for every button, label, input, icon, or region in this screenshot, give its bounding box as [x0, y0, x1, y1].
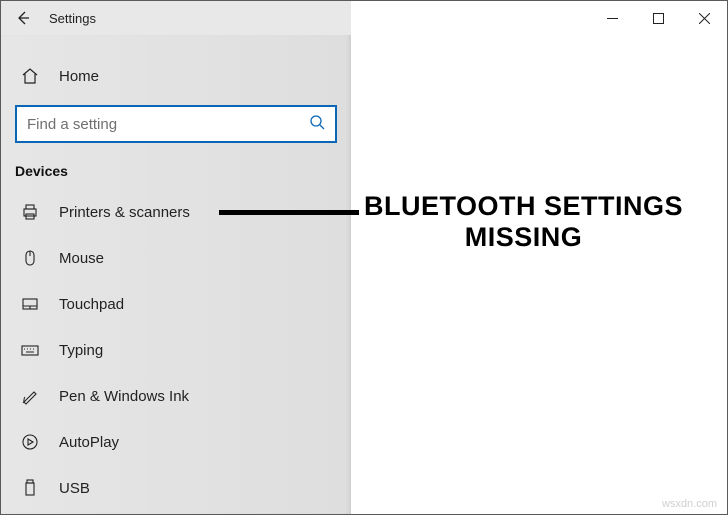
- titlebar-left: Settings: [1, 1, 351, 35]
- nav-autoplay[interactable]: AutoPlay: [1, 419, 351, 465]
- search-container: Find a setting: [15, 105, 337, 143]
- titlebar: Settings: [1, 1, 727, 35]
- nav-item-label: Printers & scanners: [59, 204, 190, 221]
- minimize-button[interactable]: [589, 1, 635, 35]
- nav-item-label: Touchpad: [59, 296, 124, 313]
- main-content: [351, 35, 727, 514]
- nav-item-label: Typing: [59, 342, 103, 359]
- nav-usb[interactable]: USB: [1, 465, 351, 511]
- search-icon: [309, 114, 325, 135]
- arrow-left-icon: [15, 10, 31, 26]
- nav-home-label: Home: [59, 68, 99, 85]
- maximize-icon: [653, 13, 664, 24]
- search-placeholder: Find a setting: [27, 116, 117, 133]
- nav-item-label: Mouse: [59, 250, 104, 267]
- watermark: wsxdn.com: [662, 498, 717, 510]
- mouse-icon: [19, 249, 41, 267]
- titlebar-right: [351, 1, 727, 35]
- nav-touchpad[interactable]: Touchpad: [1, 281, 351, 327]
- nav-mouse[interactable]: Mouse: [1, 235, 351, 281]
- annotation-line1: BLUETOOTH SETTINGS: [364, 191, 683, 222]
- sidebar: Home Find a setting Devices Printers & s…: [1, 35, 351, 514]
- annotation-line2: MISSING: [364, 222, 683, 253]
- nav-item-label: Pen & Windows Ink: [59, 388, 189, 405]
- autoplay-icon: [19, 433, 41, 451]
- close-button[interactable]: [681, 1, 727, 35]
- annotation-arrow: [219, 210, 359, 215]
- usb-icon: [19, 479, 41, 497]
- nav-home[interactable]: Home: [1, 53, 351, 99]
- touchpad-icon: [19, 295, 41, 313]
- window-body: Home Find a setting Devices Printers & s…: [1, 35, 727, 514]
- annotation-text: BLUETOOTH SETTINGS MISSING: [364, 191, 683, 253]
- section-header-devices: Devices: [1, 155, 351, 189]
- pen-icon: [19, 387, 41, 405]
- close-icon: [699, 13, 710, 24]
- maximize-button[interactable]: [635, 1, 681, 35]
- printer-icon: [19, 203, 41, 221]
- search-input[interactable]: Find a setting: [15, 105, 337, 143]
- keyboard-icon: [19, 341, 41, 359]
- nav-item-label: USB: [59, 480, 90, 497]
- nav-typing[interactable]: Typing: [1, 327, 351, 373]
- settings-window: Settings Home Find a sett: [0, 0, 728, 515]
- minimize-icon: [607, 13, 618, 24]
- back-button[interactable]: [1, 1, 45, 35]
- window-title: Settings: [49, 11, 96, 26]
- nav-pen-ink[interactable]: Pen & Windows Ink: [1, 373, 351, 419]
- nav-item-label: AutoPlay: [59, 434, 119, 451]
- home-icon: [19, 67, 41, 85]
